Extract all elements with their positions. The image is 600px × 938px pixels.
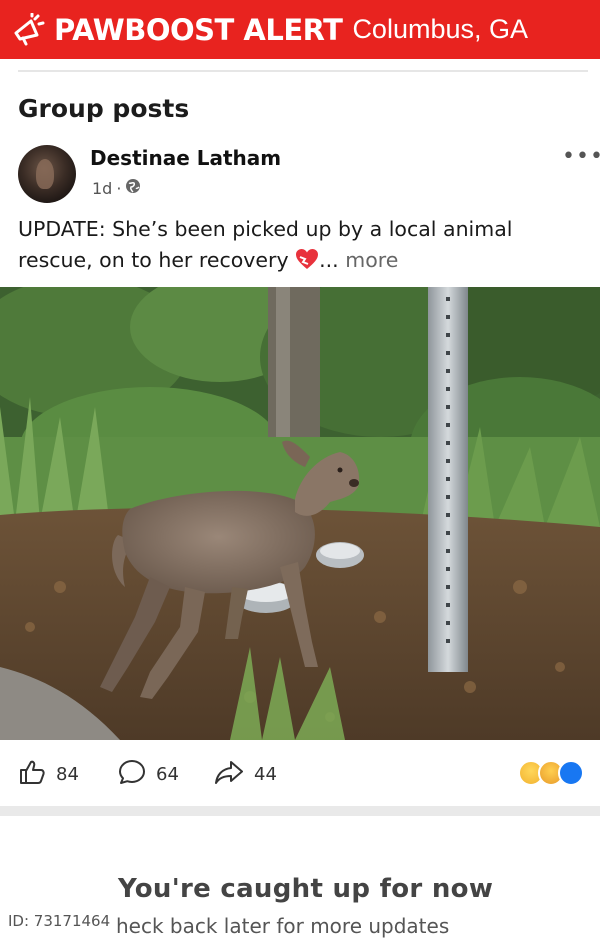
comment-button[interactable]: 64 <box>118 758 179 791</box>
post-time: 1d <box>92 178 113 198</box>
post-actions: 84 64 44 <box>0 748 600 800</box>
post-body: UPDATE: She’s been picked up by a local … <box>18 217 513 272</box>
like-count: 84 <box>56 763 79 785</box>
share-count: 44 <box>254 763 277 785</box>
see-more-link[interactable]: more <box>345 248 398 272</box>
pawboost-banner: PAWBOOST ALERT Columbus, GA <box>0 0 600 59</box>
comment-count: 64 <box>156 763 179 785</box>
ellipsis: ... <box>319 248 339 272</box>
dot-separator: · <box>116 178 122 198</box>
post-meta: 1d · <box>92 178 141 198</box>
divider <box>18 70 588 72</box>
reaction-summary[interactable] <box>518 760 584 786</box>
megaphone-icon <box>8 10 48 50</box>
feed-separator <box>0 806 600 816</box>
heart-emoji-icon <box>295 248 319 270</box>
location-label: Columbus, GA <box>352 14 529 44</box>
post-photo[interactable] <box>0 287 600 740</box>
section-title: Group posts <box>18 94 190 123</box>
share-button[interactable]: 44 <box>214 758 277 791</box>
comment-icon <box>118 758 146 791</box>
share-arrow-icon <box>214 758 244 791</box>
more-options-icon[interactable]: ••• <box>562 144 600 169</box>
thumbs-up-icon <box>18 758 46 791</box>
like-reaction-icon <box>558 760 584 786</box>
like-button[interactable]: 84 <box>18 758 79 791</box>
brand-name: PAWBOOST ALERT <box>54 12 343 47</box>
post-author[interactable]: Destinae Latham <box>90 146 281 170</box>
alert-id: ID: 73171464 <box>4 910 115 932</box>
globe-icon <box>125 178 141 198</box>
feed-end-subtitle: heck back later for more updates <box>116 914 450 938</box>
post-text: UPDATE: She’s been picked up by a local … <box>18 214 588 276</box>
feed-end-title: You're caught up for now <box>118 874 494 904</box>
avatar[interactable] <box>18 145 76 203</box>
